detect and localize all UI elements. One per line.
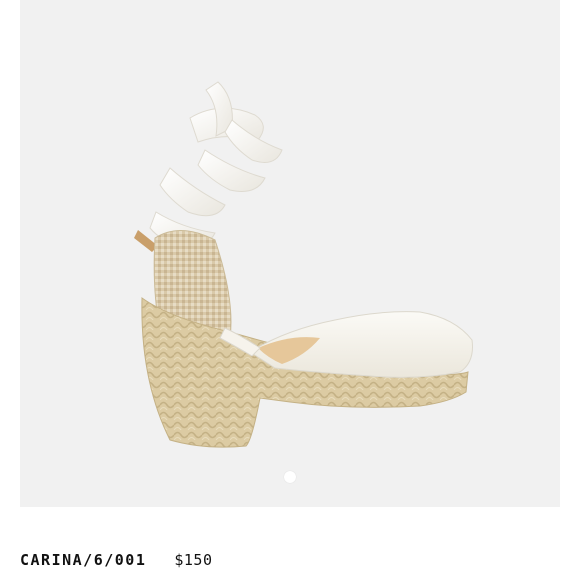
product-page: CARINA/6/001 $150 bbox=[0, 0, 580, 580]
pager-dot-icon[interactable] bbox=[284, 471, 296, 483]
image-pager bbox=[20, 470, 560, 484]
product-image[interactable] bbox=[20, 0, 560, 507]
ribbon-ties bbox=[134, 81, 283, 252]
product-name[interactable]: CARINA/6/001 bbox=[20, 551, 146, 569]
product-info: CARINA/6/001 $150 bbox=[20, 548, 213, 572]
product-price: $150 bbox=[174, 551, 213, 569]
product-gallery[interactable] bbox=[20, 0, 560, 507]
